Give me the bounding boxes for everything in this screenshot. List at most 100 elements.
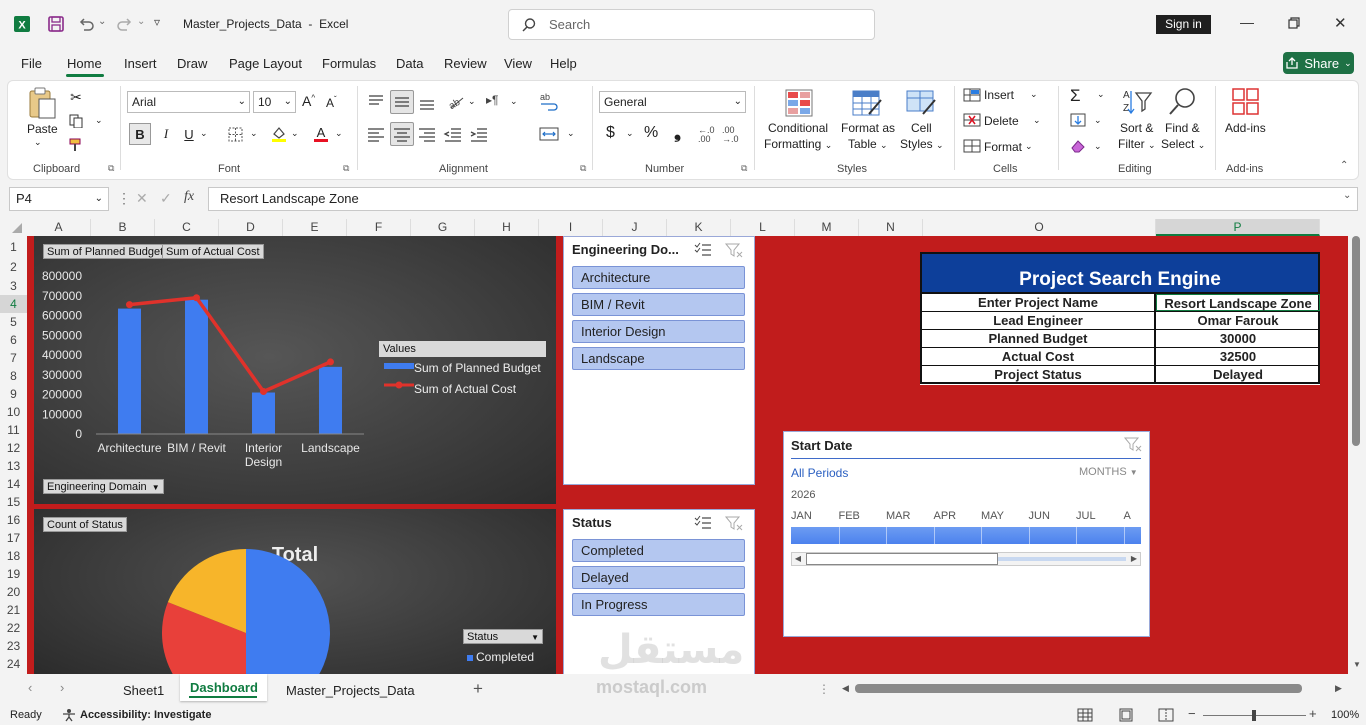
align-bottom-icon[interactable] — [416, 91, 438, 113]
confirm-entry-icon[interactable]: ✓ — [160, 190, 172, 207]
clear-icon[interactable] — [1069, 138, 1087, 154]
column-header-i[interactable]: I — [539, 219, 603, 236]
column-header-e[interactable]: E — [283, 219, 347, 236]
undo-dropdown-icon[interactable]: ⌄ — [98, 16, 106, 27]
tab-home[interactable]: Home — [67, 56, 102, 71]
autosum-dropdown-icon[interactable]: ⌄ — [1097, 89, 1105, 100]
cancel-entry-icon[interactable]: ✕ — [136, 190, 148, 207]
find-select-label-2[interactable]: Select ⌄ — [1161, 137, 1205, 151]
field-button-status[interactable]: Status ▼ — [463, 629, 543, 644]
row-header-8[interactable]: 8 — [0, 367, 27, 385]
row-header-16[interactable]: 16 — [0, 511, 27, 529]
row-value[interactable]: 30000 — [1156, 330, 1320, 347]
add-ins-icon[interactable] — [1231, 87, 1261, 117]
budget-vs-cost-chart[interactable]: Sum of Planned Budget Sum of Actual Cost… — [34, 236, 556, 504]
tab-split-icon[interactable]: ⋮ — [818, 682, 830, 696]
timeline-scroll-thumb[interactable] — [806, 553, 998, 565]
timeline-scrollbar[interactable]: ◀ ▶ — [791, 552, 1141, 566]
normal-view-icon[interactable] — [1077, 708, 1093, 722]
font-color-dropdown-icon[interactable]: ⌄ — [335, 128, 343, 139]
row-header-24[interactable]: 24 — [0, 655, 27, 673]
alignment-launcher-icon[interactable]: ⧉ — [580, 163, 586, 174]
insert-cells-icon[interactable] — [963, 87, 981, 103]
tab-data[interactable]: Data — [396, 56, 423, 71]
column-header-f[interactable]: F — [347, 219, 411, 236]
scroll-left-icon[interactable]: ◀ — [792, 553, 804, 565]
conditional-formatting-icon[interactable] — [784, 88, 814, 118]
format-as-table-icon[interactable] — [851, 88, 883, 118]
cell-styles-icon[interactable] — [905, 88, 937, 118]
timeline-month-jul[interactable]: JUL — [1076, 510, 1096, 522]
conditional-formatting-label[interactable]: Conditional — [768, 121, 828, 135]
sheet-tab-master-projects-data[interactable]: Master_Projects_Data — [286, 683, 415, 698]
slicer-item-landscape[interactable]: Landscape — [572, 347, 745, 370]
undo-icon[interactable] — [74, 12, 98, 36]
find-select-icon[interactable] — [1167, 86, 1199, 118]
slicer-item-interior-design[interactable]: Interior Design — [572, 320, 745, 343]
column-header-n[interactable]: N — [859, 219, 923, 236]
scroll-right-icon[interactable]: ▶ — [1128, 553, 1140, 565]
timeline-month-jun[interactable]: JUN — [1029, 510, 1050, 522]
column-header-d[interactable]: D — [219, 219, 283, 236]
bold-button[interactable]: B — [129, 123, 151, 145]
row-value[interactable]: 32500 — [1156, 348, 1320, 365]
underline-button[interactable]: U — [178, 123, 200, 145]
format-as-table-label-2[interactable]: Table ⌄ — [848, 137, 888, 151]
font-name-combo[interactable]: Arial ⌄ — [127, 91, 250, 113]
zoom-level[interactable]: 100% — [1331, 709, 1359, 721]
timeline-month-apr[interactable]: APR — [934, 510, 957, 522]
row-value[interactable]: Omar Farouk — [1156, 312, 1320, 329]
align-center-icon[interactable] — [390, 122, 414, 146]
zoom-in-icon[interactable]: + — [1309, 706, 1317, 721]
format-cells-button[interactable]: Format — [984, 140, 1022, 154]
column-header-l[interactable]: L — [731, 219, 795, 236]
restore-icon[interactable] — [1288, 17, 1300, 29]
field-button-engineering-domain[interactable]: Engineering Domain ▼ — [43, 479, 164, 494]
scroll-right-icon[interactable]: ▶ — [1335, 683, 1342, 694]
prev-sheet-icon[interactable]: ‹ — [28, 680, 32, 695]
tab-insert[interactable]: Insert — [124, 56, 157, 71]
sort-filter-label[interactable]: Sort & — [1120, 121, 1153, 135]
row-header-11[interactable]: 11 — [0, 421, 27, 439]
number-format-combo[interactable]: General ⌄ — [599, 91, 746, 113]
align-middle-icon[interactable] — [390, 90, 414, 114]
tab-page-layout[interactable]: Page Layout — [229, 56, 302, 71]
formula-options-icon[interactable]: ⋮ — [117, 190, 131, 207]
font-launcher-icon[interactable]: ⧉ — [343, 163, 349, 174]
cut-icon[interactable]: ✂ — [65, 86, 87, 108]
fill-color-icon[interactable] — [268, 123, 290, 145]
format-dropdown-icon[interactable]: ⌄ — [1025, 141, 1033, 152]
vertical-scrollbar[interactable]: ▲ ▼ — [1348, 236, 1366, 674]
clear-dropdown-icon[interactable]: ⌄ — [1094, 141, 1102, 152]
cell-styles-label[interactable]: Cell — [911, 121, 932, 135]
find-select-label[interactable]: Find & — [1165, 121, 1200, 135]
page-break-view-icon[interactable] — [1158, 708, 1174, 722]
row-header-19[interactable]: 19 — [0, 565, 27, 583]
borders-dropdown-icon[interactable]: ⌄ — [250, 128, 258, 139]
decrease-indent-icon[interactable] — [442, 123, 464, 145]
autosum-icon[interactable]: Σ — [1070, 86, 1081, 106]
clear-filter-icon[interactable] — [725, 242, 743, 258]
customize-toolbar-icon[interactable]: ▿ — [154, 15, 160, 29]
row-header-1[interactable]: 1 — [0, 236, 27, 258]
status-pie-chart[interactable]: Count of Status Total Status ▼ Completed — [34, 509, 556, 674]
borders-icon[interactable] — [224, 123, 246, 145]
name-box[interactable]: P4 ⌄ — [9, 187, 109, 211]
accessibility-status[interactable]: Accessibility: Investigate — [80, 709, 211, 721]
minimize-icon[interactable]: — — [1240, 14, 1254, 30]
row-header-9[interactable]: 9 — [0, 385, 27, 403]
horizontal-scroll-thumb[interactable] — [855, 684, 1302, 693]
row-header-23[interactable]: 23 — [0, 637, 27, 655]
paste-icon[interactable] — [25, 86, 59, 120]
row-header-7[interactable]: 7 — [0, 349, 27, 367]
tab-help[interactable]: Help — [550, 56, 577, 71]
column-header-a[interactable]: A — [27, 219, 91, 236]
paragraph-icon[interactable]: ▸¶ — [486, 93, 498, 107]
timeline-month-a[interactable]: A — [1124, 510, 1131, 522]
delete-cells-icon[interactable] — [963, 112, 981, 128]
sheet-tab-sheet1[interactable]: Sheet1 — [123, 683, 164, 698]
merge-dropdown-icon[interactable]: ⌄ — [567, 128, 575, 139]
row-header-14[interactable]: 14 — [0, 475, 27, 493]
fill-icon[interactable] — [1069, 112, 1087, 128]
scroll-left-icon[interactable]: ◀ — [842, 683, 849, 694]
